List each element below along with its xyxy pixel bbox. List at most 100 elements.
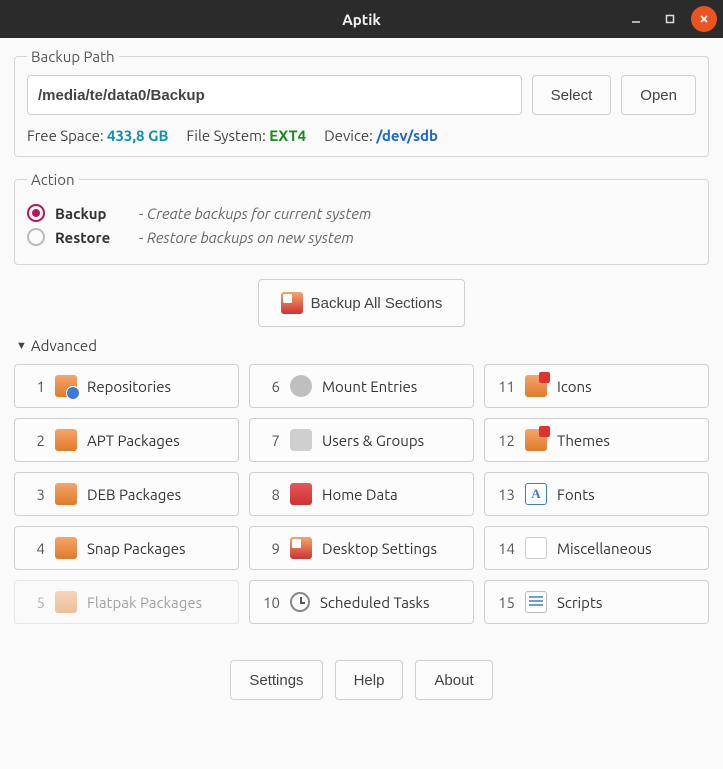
section-number: 1	[25, 378, 45, 395]
section-miscellaneous[interactable]: 14 Miscellaneous	[484, 526, 709, 570]
help-button[interactable]: Help	[335, 660, 404, 700]
device-value: /dev/sdb	[376, 127, 438, 144]
section-themes[interactable]: 12 Themes	[484, 418, 709, 462]
box-orange-icon	[55, 429, 77, 451]
filesystem-value: EXT4	[269, 127, 306, 144]
section-label: Scheduled Tasks	[320, 594, 430, 611]
section-label: Mount Entries	[322, 378, 417, 395]
backup-radio-desc: - Create backups for current system	[139, 205, 371, 222]
section-number: 3	[25, 486, 45, 503]
select-button[interactable]: Select	[532, 75, 612, 115]
section-number: 11	[495, 378, 515, 395]
about-button[interactable]: About	[415, 660, 492, 700]
restore-radio-desc: - Restore backups on new system	[139, 229, 354, 246]
section-label: APT Packages	[87, 432, 180, 449]
action-group: Action Backup - Create backups for curre…	[14, 171, 709, 265]
section-number: 2	[25, 432, 45, 449]
maximize-button[interactable]	[657, 6, 683, 32]
box-globe-icon	[55, 375, 77, 397]
section-number: 4	[25, 540, 45, 557]
section-number: 14	[495, 540, 515, 557]
section-number: 7	[260, 432, 280, 449]
section-icons[interactable]: 11 Icons	[484, 364, 709, 408]
section-mount-entries[interactable]: 6 Mount Entries	[249, 364, 474, 408]
backup-path-legend: Backup Path	[27, 48, 119, 65]
section-label: Home Data	[322, 486, 398, 503]
section-number: 15	[495, 594, 515, 611]
disk-icon	[290, 375, 312, 397]
section-label: Snap Packages	[87, 540, 186, 557]
backup-radio-row[interactable]: Backup - Create backups for current syst…	[27, 204, 696, 222]
section-number: 6	[260, 378, 280, 395]
clock-icon	[290, 592, 310, 612]
theme-icon	[525, 429, 547, 451]
box-orange-icon	[55, 483, 77, 505]
backup-all-label: Backup All Sections	[311, 295, 443, 312]
section-desktop-settings[interactable]: 9 Desktop Settings	[249, 526, 474, 570]
settings-button[interactable]: Settings	[230, 660, 322, 700]
restore-radio-row[interactable]: Restore - Restore backups on new system	[27, 228, 696, 246]
backup-path-input[interactable]	[27, 75, 522, 115]
action-legend: Action	[27, 171, 79, 188]
restore-radio-label: Restore	[55, 229, 129, 246]
section-label: Flatpak Packages	[87, 594, 202, 611]
section-snap-packages[interactable]: 4 Snap Packages	[14, 526, 239, 570]
restore-radio[interactable]	[27, 228, 45, 246]
filesystem-label: File System:	[186, 127, 265, 144]
section-scheduled-tasks[interactable]: 10 Scheduled Tasks	[249, 580, 474, 624]
free-space-label: Free Space:	[27, 127, 104, 144]
section-number: 12	[495, 432, 515, 449]
section-label: Fonts	[557, 486, 595, 503]
section-scripts[interactable]: 15 Scripts	[484, 580, 709, 624]
box-orange-icon	[55, 591, 77, 613]
section-flatpak-packages: 5Flatpak Packages	[14, 580, 239, 624]
open-button[interactable]: Open	[621, 75, 696, 115]
close-icon	[698, 13, 710, 25]
maximize-icon	[664, 13, 676, 25]
chevron-down-icon: ▼	[16, 340, 27, 352]
minimize-button[interactable]	[623, 6, 649, 32]
path-info-row: Free Space: 433,8 GB File System: EXT4 D…	[27, 127, 696, 144]
section-label: Desktop Settings	[322, 540, 437, 557]
section-number: 10	[260, 594, 280, 611]
section-number: 9	[260, 540, 280, 557]
titlebar: Aptik	[0, 0, 723, 38]
section-users-groups[interactable]: 7 Users & Groups	[249, 418, 474, 462]
sections-grid: 1 Repositories 6 Mount Entries 11 Icons 2 APT P…	[14, 364, 709, 624]
advanced-expander[interactable]: ▼ Advanced	[16, 337, 709, 354]
users-icon	[290, 429, 312, 451]
theme-icon	[525, 375, 547, 397]
blank-icon	[525, 537, 547, 559]
backup-all-icon	[281, 292, 303, 314]
backup-radio-label: Backup	[55, 205, 129, 222]
section-label: Scripts	[557, 594, 602, 611]
window-title: Aptik	[342, 11, 381, 28]
backup-path-group: Backup Path Select Open Free Space: 433,…	[14, 48, 709, 157]
section-fonts[interactable]: 13 A Fonts	[484, 472, 709, 516]
section-repositories[interactable]: 1 Repositories	[14, 364, 239, 408]
minimize-icon	[630, 13, 642, 25]
free-space-value: 433,8 GB	[107, 127, 168, 144]
backup-all-button[interactable]: Backup All Sections	[258, 279, 466, 327]
section-label: DEB Packages	[87, 486, 181, 503]
section-home-data[interactable]: 8 Home Data	[249, 472, 474, 516]
section-label: Icons	[557, 378, 592, 395]
section-label: Repositories	[87, 378, 171, 395]
section-label: Themes	[557, 432, 610, 449]
device-label: Device:	[324, 127, 373, 144]
close-button[interactable]	[691, 6, 717, 32]
section-label: Miscellaneous	[557, 540, 652, 557]
window-controls	[623, 6, 717, 32]
section-number: 13	[495, 486, 515, 503]
script-icon	[525, 591, 547, 613]
folder-icon	[290, 483, 312, 505]
section-apt-packages[interactable]: 2 APT Packages	[14, 418, 239, 462]
backup-radio[interactable]	[27, 204, 45, 222]
advanced-label: Advanced	[31, 337, 97, 354]
footer: Settings Help About	[14, 660, 709, 714]
font-icon: A	[525, 483, 547, 505]
section-label: Users & Groups	[322, 432, 424, 449]
section-number: 8	[260, 486, 280, 503]
box-orange-icon	[55, 537, 77, 559]
section-deb-packages[interactable]: 3 DEB Packages	[14, 472, 239, 516]
